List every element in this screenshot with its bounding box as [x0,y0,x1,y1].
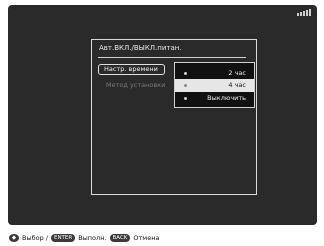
menu-item-time-setting[interactable]: Настр. времени [98,64,165,75]
select-hint: Выбор / [22,234,48,242]
back-key-icon: BACK [109,234,131,242]
footer-hints: ◆ Выбор / ENTER Выполн. BACK Отмена [9,233,159,243]
option-label: 2 час [228,69,246,77]
title-divider [98,57,246,58]
display-frame: Авт.ВКЛ./ВЫКЛ.питан. Настр. времени Мето… [8,5,317,225]
navigation-key-icon: ◆ [9,234,19,242]
option-4-hours[interactable]: 4 час [175,79,254,92]
time-submenu: 2 час 4 час Выключить [174,62,255,108]
cancel-hint: Отмена [133,234,160,242]
bullet-icon [184,97,187,100]
enter-key-icon: ENTER [50,234,76,242]
option-off[interactable]: Выключить [175,92,254,105]
execute-hint: Выполн. [78,234,107,242]
screen: Авт.ВКЛ./ВЫКЛ.питан. Настр. времени Мето… [0,0,324,246]
battery-icon [297,9,311,16]
footer-bar: ◆ Выбор / ENTER Выполн. BACK Отмена [0,226,324,246]
option-label: 4 час [228,81,246,89]
bullet-icon [184,84,187,87]
menu-item-setting-method: Метод установки [106,81,166,89]
option-label: Выключить [207,94,246,102]
dialog-title: Авт.ВКЛ./ВЫКЛ.питан. [99,44,182,52]
bullet-icon [184,72,187,75]
